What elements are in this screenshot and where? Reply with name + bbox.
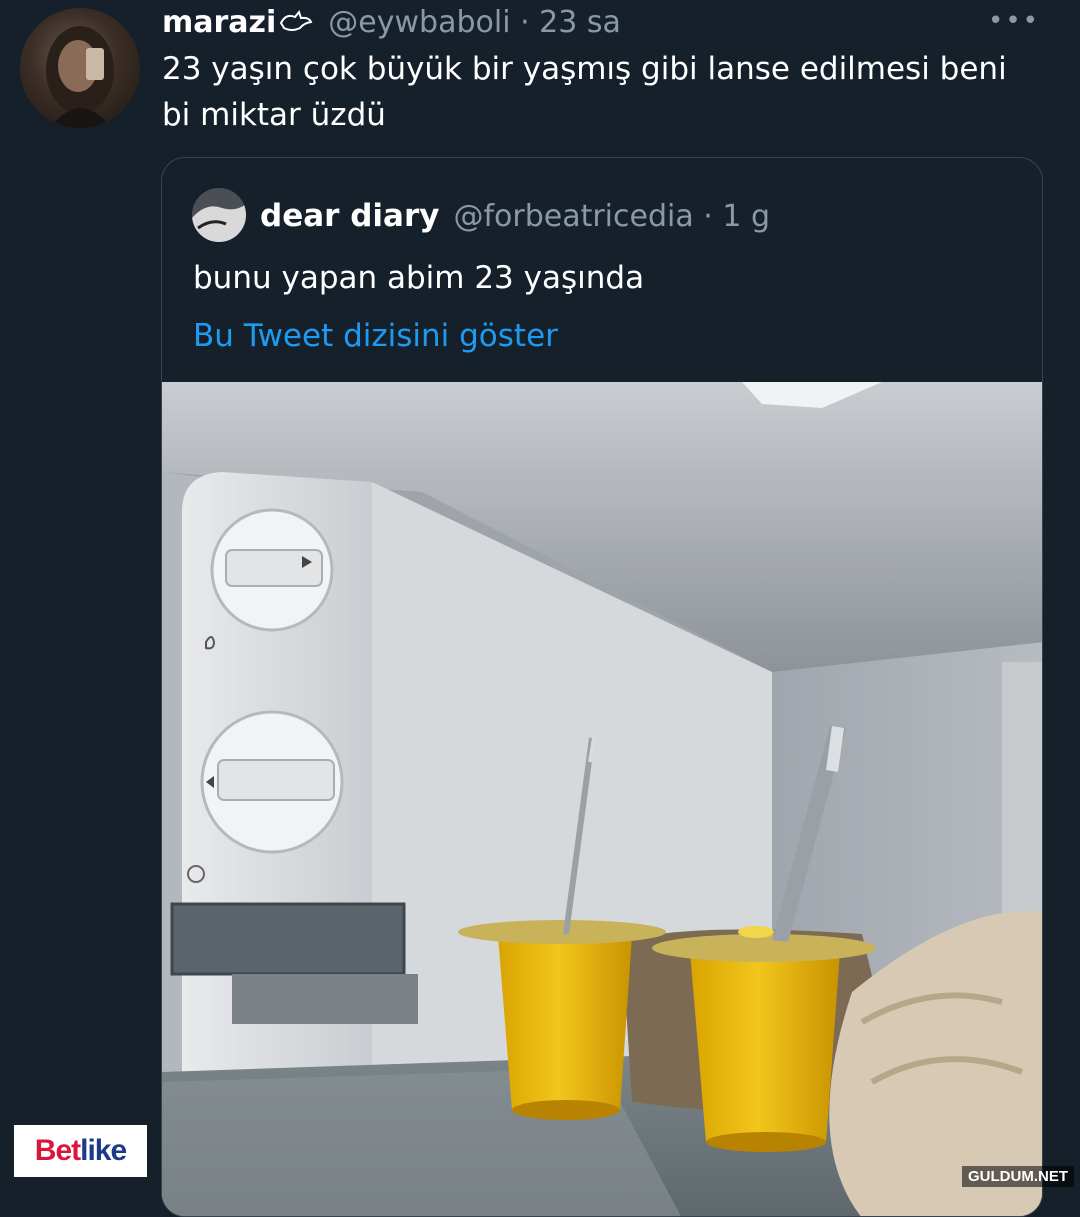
betlike-logo: Bet like: [14, 1125, 147, 1177]
betlike-logo-part-a: Bet: [34, 1134, 81, 1167]
tweet-text: 23 yaşın çok büyük bir yaşmış gibi lanse…: [162, 51, 1007, 133]
watermark: GULDUM.NET: [962, 1166, 1074, 1187]
quoted-tweet-header: dear diary @forbeatricedia · 1 g: [260, 194, 770, 238]
quoted-author-name: dear diary: [260, 198, 440, 234]
more-dots-icon[interactable]: •••: [988, 6, 1040, 36]
tweet-photo[interactable]: [162, 382, 1042, 1216]
show-thread-link[interactable]: Bu Tweet dizisini göster: [193, 318, 558, 354]
betlike-logo-part-b: like: [80, 1134, 127, 1167]
quoted-author-avatar: [192, 188, 246, 242]
author-handle-time[interactable]: @eywbaboli · 23 sa: [328, 5, 621, 40]
author-avatar[interactable]: [20, 8, 140, 128]
quoted-author-handle-time: @forbeatricedia · 1 g: [453, 198, 771, 234]
bird-emoji-icon: [280, 9, 313, 31]
quoted-tweet-text: bunu yapan abim 23 yaşında: [193, 260, 645, 296]
tweet-header: marazi @eywbaboli · 23 sa: [162, 2, 621, 42]
author-name[interactable]: marazi: [162, 5, 276, 40]
quoted-tweet-card[interactable]: dear diary @forbeatricedia · 1 g bunu ya…: [161, 157, 1043, 1217]
